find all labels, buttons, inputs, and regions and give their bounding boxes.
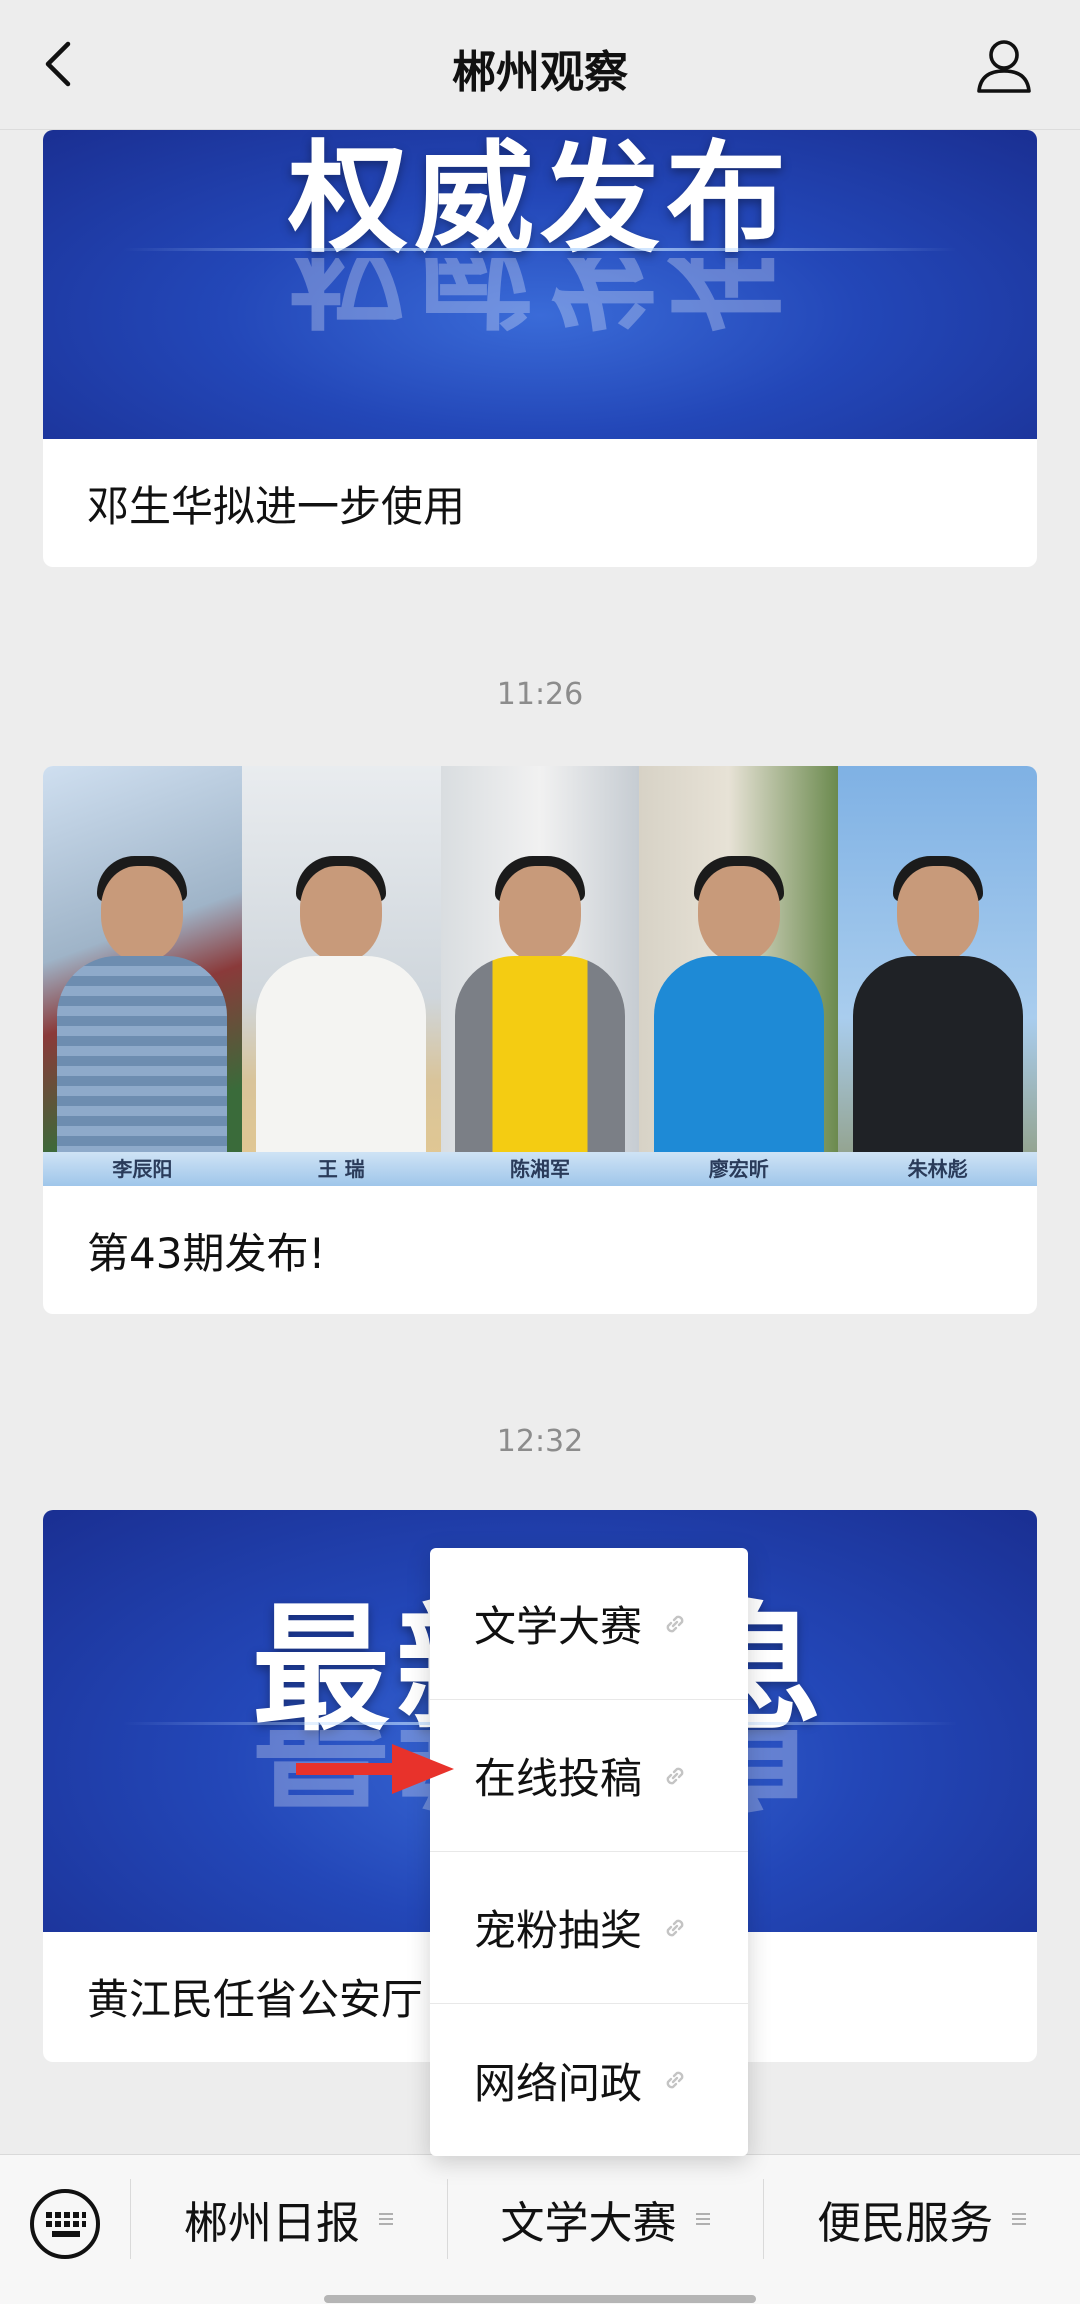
- menu-tabs: 郴州日报 文学大赛 便民服务: [130, 2155, 1080, 2283]
- red-arrow-annotation: [296, 1744, 454, 1794]
- bottom-menu-bar: 郴州日报 文学大赛 便民服务: [0, 2154, 1080, 2304]
- submenu-item-literature-contest[interactable]: 文学大赛: [430, 1548, 748, 1700]
- menu-public-services[interactable]: 便民服务: [763, 2179, 1080, 2259]
- person-name: 李辰阳: [43, 1152, 242, 1186]
- person-name: 陈湘军: [440, 1152, 640, 1186]
- link-icon: [666, 1767, 684, 1784]
- menu-label: 郴州日报: [183, 2198, 360, 2249]
- person-photo: 廖宏昕: [639, 766, 839, 1186]
- menu-label: 便民服务: [817, 2198, 994, 2249]
- article-title: 第43期发布!: [87, 1228, 326, 1278]
- article-card[interactable]: 权威发布 权威发布 邓生华拟进一步使用: [43, 130, 1037, 567]
- person-photo: 王 瑞: [241, 766, 441, 1186]
- keyboard-icon[interactable]: [28, 2187, 102, 2261]
- banner-glow-line: [123, 248, 957, 251]
- timestamp: 11:26: [496, 677, 584, 712]
- menu-label: 文学大赛: [500, 2198, 677, 2249]
- submenu-icon: [1012, 2213, 1027, 2225]
- submenu-item-online-inquiry[interactable]: 网络问政: [430, 2004, 748, 2156]
- menu-literature-contest[interactable]: 文学大赛: [446, 2179, 764, 2259]
- submenu-item-online-submission[interactable]: 在线投稿: [430, 1700, 748, 1852]
- link-icon: [666, 1919, 684, 1936]
- link-icon: [666, 2071, 684, 2089]
- top-navigation-bar: 郴州观察: [0, 0, 1080, 130]
- home-indicator[interactable]: [324, 2295, 756, 2303]
- timestamp: 12:32: [496, 1424, 584, 1459]
- user-icon[interactable]: [974, 36, 1034, 96]
- submenu-item-label: 文学大赛: [474, 1602, 643, 1651]
- person-photo: 李辰阳: [43, 766, 242, 1186]
- submenu-icon: [378, 2213, 393, 2225]
- menu-chenzhou-daily[interactable]: 郴州日报: [130, 2179, 447, 2259]
- person-name: 王 瑞: [241, 1152, 441, 1186]
- photo-collage: 李辰阳 王 瑞 陈湘军 廖宏昕 朱林彪: [43, 766, 1037, 1186]
- person-photo: 朱林彪: [838, 766, 1037, 1186]
- submenu-item-label: 网络问政: [474, 2058, 643, 2108]
- person-name: 朱林彪: [838, 1152, 1037, 1186]
- submenu-item-label: 宠粉抽奖: [474, 1906, 643, 1955]
- submenu-icon: [695, 2213, 710, 2225]
- article-title: 邓生华拟进一步使用: [87, 481, 466, 531]
- page-title: 郴州观察: [452, 47, 628, 98]
- submenu-item-fan-lottery[interactable]: 宠粉抽奖: [430, 1852, 748, 2004]
- person-photo: 陈湘军: [440, 766, 640, 1186]
- submenu-item-label: 在线投稿: [474, 1754, 643, 1803]
- article-banner: 权威发布 权威发布: [43, 130, 1037, 439]
- submenu-popup: 文学大赛 在线投稿 宠粉抽奖 网络问政: [430, 1548, 748, 2156]
- link-icon: [666, 1615, 684, 1632]
- article-card[interactable]: 李辰阳 王 瑞 陈湘军 廖宏昕 朱林彪 第43期发布!: [43, 766, 1037, 1314]
- person-name: 廖宏昕: [639, 1152, 839, 1186]
- banner-reflection: 权威发布: [288, 258, 792, 338]
